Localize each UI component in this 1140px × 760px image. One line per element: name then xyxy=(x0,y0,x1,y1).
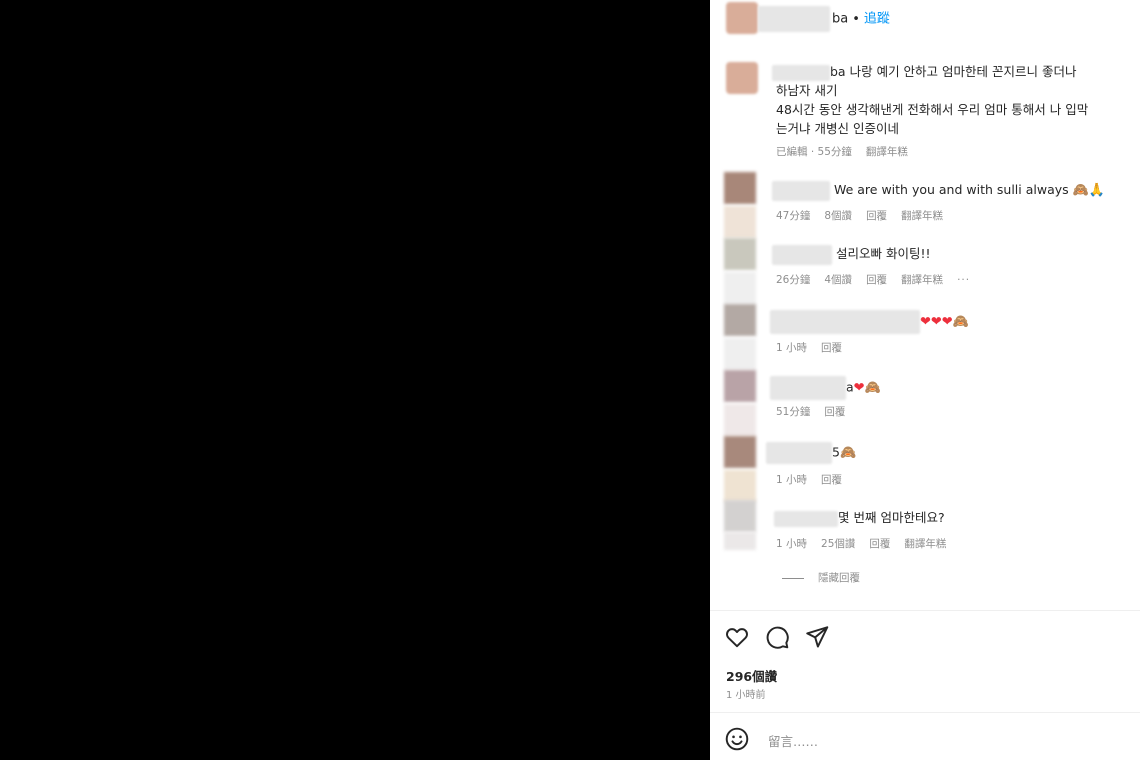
comment-meta: 26分鐘 4個讚 回覆 翻譯年糕 ··· xyxy=(776,272,984,287)
post-header: ba • 追蹤 xyxy=(710,0,1140,36)
comment-meta: 1 小時 25個讚 回覆 翻譯年糕 xyxy=(776,536,960,551)
commenter-avatar[interactable] xyxy=(724,500,756,532)
redacted-username xyxy=(770,376,846,400)
translate-button[interactable]: 翻譯年糕 xyxy=(901,274,943,286)
comment-meta: 47分鐘 8個讚 回覆 翻譯年糕 xyxy=(776,208,957,223)
commenter-avatar[interactable] xyxy=(724,238,756,270)
smiley-icon xyxy=(725,727,749,751)
commenter-avatar[interactable] xyxy=(724,304,756,336)
emoji: 🙈 xyxy=(952,314,969,330)
emoji: 🙈 xyxy=(839,445,857,461)
hide-replies-label: 隱藏回覆 xyxy=(818,572,860,584)
comment-body: 몇 번째 엄마한테요? xyxy=(838,510,945,525)
comment-text: ❤❤❤🙈 xyxy=(770,310,969,334)
likes-count[interactable]: 296個讚 xyxy=(726,666,777,685)
comment-time: 1 小時 xyxy=(776,538,808,550)
divider xyxy=(710,712,1140,713)
commenter-avatar-blur xyxy=(724,404,756,436)
comment-line: 나랑 예기 안하고 엄마한테 꼰지르니 좋더나 xyxy=(849,64,1077,79)
comment-line: 하남자 새기 xyxy=(776,83,838,98)
translate-button[interactable]: 翻譯年糕 xyxy=(904,538,946,550)
heart-outline-icon xyxy=(726,628,748,648)
comment-time: 47分鐘 xyxy=(776,210,811,222)
comment-time: 已編輯 · 55分鐘 xyxy=(776,146,852,158)
comment-meta: 51分鐘 回覆 xyxy=(776,404,859,419)
share-button[interactable] xyxy=(804,624,830,650)
comment-text: 설리오빠 화이팅!! xyxy=(772,244,930,265)
replies-line xyxy=(782,577,804,579)
comments-list[interactable]: ba 나랑 예기 안하고 엄마한테 꼰지르니 좋더나 하남자 새기 48시간 동… xyxy=(710,48,1140,608)
post-side-panel: ba • 追蹤 ba 나랑 예기 안하고 엄마한테 꼰지르니 좋더나 하남자 새기 … xyxy=(710,0,1140,760)
comment-likes[interactable]: 25個讚 xyxy=(821,538,855,550)
comment-time: 26分鐘 xyxy=(776,274,811,286)
paper-plane-icon xyxy=(806,626,829,648)
reply-button[interactable]: 回覆 xyxy=(824,406,845,418)
comment-input[interactable] xyxy=(766,728,1110,754)
comment-text: ba 나랑 예기 안하고 엄마한테 꼰지르니 좋더나 xyxy=(772,62,1076,81)
author-avatar[interactable] xyxy=(726,2,758,34)
commenter-avatar-blur xyxy=(724,272,756,304)
comment-button[interactable] xyxy=(764,624,790,650)
heart-emoji: ❤ xyxy=(853,380,865,396)
comment-text: We are with you and with sulli always 🙈🙏 xyxy=(772,180,1105,201)
commenter-avatar-blur xyxy=(724,338,756,370)
translate-button[interactable]: 翻譯年糕 xyxy=(866,146,908,158)
reply-button[interactable]: 回覆 xyxy=(821,342,842,354)
comment-meta: 1 小時 回覆 xyxy=(776,472,856,487)
redacted-username xyxy=(772,180,830,201)
emoji: 🙈🙏 xyxy=(1072,183,1105,198)
follow-button[interactable]: 追蹤 xyxy=(864,12,890,27)
comment-body: We are with you and with sulli always xyxy=(833,182,1069,197)
like-button[interactable] xyxy=(724,624,750,650)
hide-replies-button[interactable]: 隱藏回覆 xyxy=(782,570,860,585)
speech-bubble-icon xyxy=(766,626,789,649)
commenter-avatar[interactable] xyxy=(724,172,756,204)
redacted-username xyxy=(770,310,920,334)
commenter-avatar[interactable] xyxy=(724,370,756,402)
posted-time: 1 小時前 xyxy=(726,690,766,701)
commenter-avatar-blur xyxy=(724,470,756,502)
commenter-avatar-blur xyxy=(724,206,756,238)
commenter-username[interactable]: ba xyxy=(830,64,846,79)
more-options-icon[interactable]: ··· xyxy=(957,274,970,286)
comment-body: 5 xyxy=(832,444,840,460)
comment-text: 몇 번째 엄마한테요? xyxy=(774,508,945,527)
redacted-username xyxy=(766,442,832,464)
author-username[interactable]: ba • 追蹤 xyxy=(758,6,890,32)
comment-time: 1 小時 xyxy=(776,474,808,486)
redacted-username xyxy=(774,510,838,527)
comment-meta: 已編輯 · 55分鐘 翻譯年糕 xyxy=(776,144,922,159)
commenter-avatar[interactable] xyxy=(724,436,756,468)
emoji: 🙈 xyxy=(864,380,881,396)
comment-likes[interactable]: 4個讚 xyxy=(824,274,852,286)
comment-likes[interactable]: 8個讚 xyxy=(824,210,852,222)
separator-dot: • xyxy=(852,11,860,27)
comment-text: 5🙈 xyxy=(766,442,856,464)
redacted-username xyxy=(772,244,832,265)
reply-button[interactable]: 回覆 xyxy=(869,538,890,550)
reply-button[interactable]: 回覆 xyxy=(866,274,887,286)
comment-time: 51分鐘 xyxy=(776,406,811,418)
comment-text: a❤🙈 xyxy=(770,376,881,400)
heart-emoji: ❤❤❤ xyxy=(920,314,953,330)
comment-meta: 1 小時 回覆 xyxy=(776,340,856,355)
comment-time: 1 小時 xyxy=(776,342,808,354)
translate-button[interactable]: 翻譯年糕 xyxy=(901,210,943,222)
reply-button[interactable]: 回覆 xyxy=(866,210,887,222)
post-media-area[interactable] xyxy=(0,0,710,760)
redacted-username xyxy=(758,6,830,32)
redacted-username xyxy=(772,64,830,81)
comment-body: 설리오빠 화이팅!! xyxy=(835,246,931,261)
divider xyxy=(710,610,1140,611)
emoji-picker-button[interactable] xyxy=(724,726,750,752)
reply-button[interactable]: 回覆 xyxy=(821,474,842,486)
comment-line: 는거냐 개병신 인증이네 xyxy=(776,121,899,136)
comment-line: 48시간 동안 생각해낸게 전화해서 우리 엄마 통해서 나 입막 xyxy=(776,102,1089,117)
username-suffix: ba xyxy=(832,11,849,27)
commenter-avatar-blur xyxy=(724,532,756,550)
commenter-avatar[interactable] xyxy=(726,62,758,94)
comment-body: a xyxy=(846,379,854,395)
